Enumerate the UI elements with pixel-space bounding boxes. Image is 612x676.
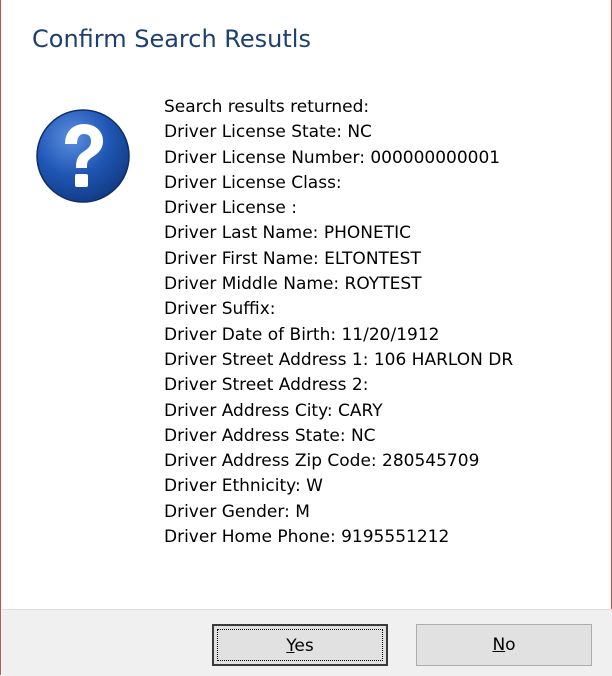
message-line: Search results returned: <box>164 97 370 117</box>
message-line: Driver License : <box>164 198 297 219</box>
message-line: Driver License State: NC <box>164 122 372 143</box>
message-text: Search results returned: Driver License S… <box>164 95 604 550</box>
message-line: Driver Street Address 2: <box>164 375 369 396</box>
message-line: Driver Suffix: <box>164 299 276 320</box>
message-line: Driver Date of Birth: 11/20/1912 <box>164 324 440 345</box>
no-button[interactable]: No <box>416 624 592 666</box>
message-line: Driver Address State: NC <box>164 425 376 446</box>
message-line: Driver Gender: M <box>164 501 310 522</box>
dialog-title: Confirm Search Resutls <box>32 25 311 53</box>
confirm-dialog: Confirm Search Resutls Search results re… <box>0 0 612 676</box>
message-line: Driver Street Address 1: 106 HARLON DR <box>164 349 514 370</box>
message-line: Driver License Number: 000000000001 <box>164 147 501 168</box>
question-icon <box>36 109 130 203</box>
message-line: Driver Ethnicity: W <box>164 476 323 497</box>
yes-button-label: Yes <box>286 636 314 656</box>
message-line: Driver Address City: CARY <box>164 400 383 421</box>
no-button-label: No <box>492 635 516 655</box>
message-line: Driver License Class: <box>164 172 342 193</box>
message-line: Driver Home Phone: 9195551212 <box>164 527 450 548</box>
message-line: Driver First Name: ELTONTEST <box>164 248 421 269</box>
message-line: Driver Middle Name: ROYTEST <box>164 274 422 295</box>
message-line: Driver Address Zip Code: 280545709 <box>164 451 480 472</box>
yes-button[interactable]: Yes <box>212 624 388 666</box>
message-line: Driver Last Name: PHONETIC <box>164 223 411 244</box>
button-bar: Yes No <box>2 609 612 676</box>
